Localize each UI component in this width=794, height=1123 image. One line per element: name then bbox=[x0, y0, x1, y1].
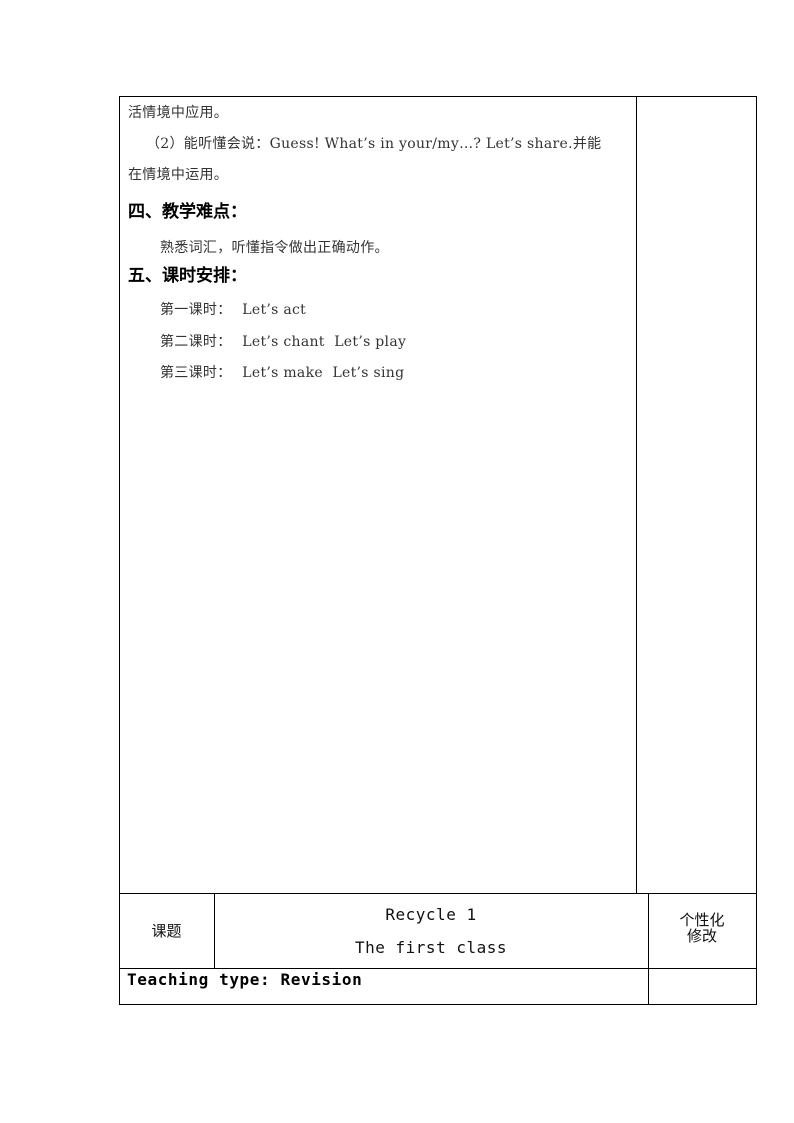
upper-table-top-border bbox=[119, 96, 757, 97]
difficulties-text: 熟悉词汇，听懂指令做出正确动作。 bbox=[160, 240, 389, 256]
personalized-edit-label: 个性化 修改 bbox=[648, 912, 756, 944]
teaching-type: Teaching type: Revision bbox=[127, 970, 363, 989]
text-line-2: （2）能听懂会说：Guess! What’s in your/my…? Let’… bbox=[146, 135, 601, 153]
lesson-table-row-divider bbox=[119, 968, 757, 969]
lesson-table-bottom-border bbox=[119, 1004, 757, 1005]
lesson-table-side-divider bbox=[648, 893, 649, 1005]
personalized-edit-line-2: 修改 bbox=[686, 927, 717, 945]
schedule-content: Let’s make Let’s sing bbox=[242, 365, 405, 381]
upper-table-right-border bbox=[756, 96, 757, 1005]
lesson-title-line-1: Recycle 1 bbox=[385, 905, 477, 924]
text-line-2-content: （2）能听懂会说：Guess! What’s in your/my…? Let’… bbox=[146, 136, 602, 152]
lesson-title-label: 课题 bbox=[151, 922, 182, 940]
heading-difficulties: 四、教学难点： bbox=[128, 202, 247, 222]
schedule-content: Let’s act bbox=[242, 302, 307, 318]
text-line-1: 活情境中应用。 bbox=[128, 105, 229, 121]
schedule-label: 第二课时： bbox=[160, 334, 232, 350]
personalized-edit-line-1: 个性化 bbox=[679, 911, 725, 929]
schedule-content: Let’s chant Let’s play bbox=[242, 334, 407, 350]
schedule-label: 第一课时： bbox=[160, 302, 232, 318]
schedule-label: 第三课时： bbox=[160, 365, 232, 381]
upper-table-divider bbox=[636, 96, 637, 893]
schedule-item: 第三课时： Let’s make Let’s sing bbox=[160, 364, 404, 382]
lesson-title-line-2: The first class bbox=[355, 938, 507, 957]
schedule-item: 第二课时： Let’s chant Let’s play bbox=[160, 333, 406, 351]
heading-schedule: 五、课时安排： bbox=[128, 266, 247, 286]
schedule-item: 第一课时： Let’s act bbox=[160, 301, 306, 319]
text-line-3: 在情境中运用。 bbox=[128, 167, 229, 183]
upper-table-left-border bbox=[119, 96, 120, 1005]
